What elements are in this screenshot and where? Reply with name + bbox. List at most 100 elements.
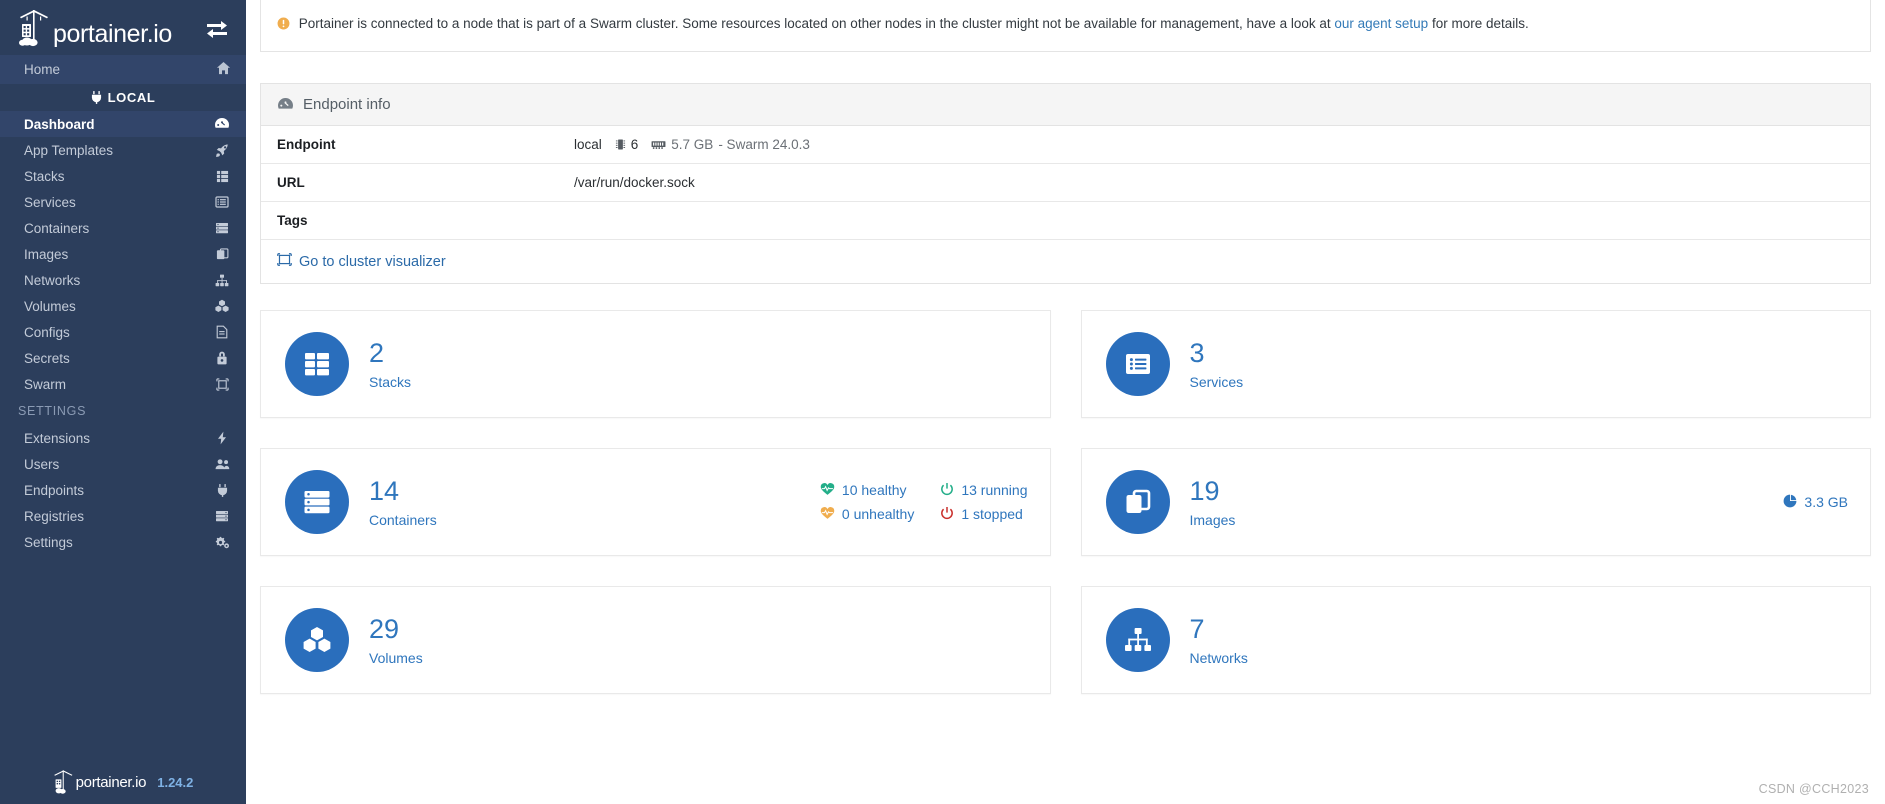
stat-cards-left-column: 2 Stacks 14 Containers 10 healthy 0 unhe… <box>260 310 1051 694</box>
sidebar-section-local: LOCAL <box>0 84 246 111</box>
sidebar-item-extensions[interactable]: Extensions <box>0 425 246 451</box>
gears-icon <box>212 536 232 549</box>
running-text: 13 running <box>961 482 1028 498</box>
brand-name: portainer.io <box>53 19 172 48</box>
containers-label: Containers <box>369 512 437 528</box>
swarm-version: - Swarm 24.0.3 <box>718 137 810 152</box>
stacks-icon <box>212 170 232 183</box>
sidebar-item-label: Users <box>24 456 60 472</box>
volumes-label: Volumes <box>369 650 423 666</box>
heart-icon <box>820 506 835 523</box>
panel-title: Endpoint info <box>303 96 391 113</box>
sidebar-item-app-templates[interactable]: App Templates <box>0 137 246 163</box>
containers-card[interactable]: 14 Containers 10 healthy 0 unhealthy 13 … <box>260 448 1051 556</box>
plug-icon <box>91 91 102 104</box>
stat-cards: 2 Stacks 14 Containers 10 healthy 0 unhe… <box>260 310 1871 694</box>
services-card[interactable]: 3 Services <box>1080 310 1871 418</box>
sidebar-item-registries[interactable]: Registries <box>0 503 246 529</box>
sidebar-item-services[interactable]: Services <box>0 189 246 215</box>
dashboard-icon <box>277 97 294 112</box>
images-size: 3.3 GB <box>1804 494 1848 510</box>
cluster-visualizer-row: Go to cluster visualizer <box>261 240 1870 283</box>
sidebar-item-label: Dashboard <box>24 116 95 132</box>
sidebar-item-dashboard[interactable]: Dashboard <box>0 111 246 137</box>
sidebar-item-endpoints[interactable]: Endpoints <box>0 477 246 503</box>
swarm-warning-banner: Portainer is connected to a node that is… <box>260 0 1871 52</box>
stacks-label: Stacks <box>369 374 412 390</box>
crane-logo-icon <box>53 769 75 795</box>
images-size-stat: 3.3 GB <box>1783 494 1848 511</box>
sidebar-item-containers[interactable]: Containers <box>0 215 246 241</box>
containers-icon <box>285 470 349 534</box>
endpoint-info-panel: Endpoint info Endpoint local 6 5.7 GB - … <box>260 83 1871 284</box>
images-card[interactable]: 19 Images 3.3 GB <box>1080 448 1871 556</box>
state-stats: 13 running 1 stopped <box>940 482 1028 523</box>
sidebar-item-label: Home <box>24 62 61 77</box>
sidebar-item-label: Secrets <box>24 350 70 366</box>
images-label: Images <box>1189 512 1236 528</box>
card-body: 7 Networks <box>1190 614 1248 666</box>
row-value: /var/run/docker.sock <box>574 175 695 190</box>
users-icon <box>212 458 232 470</box>
footer-brand: portainer.io <box>75 773 147 791</box>
cpu-icon <box>615 138 626 151</box>
networks-icon <box>1105 608 1170 672</box>
sidebar-item-users[interactable]: Users <box>0 451 246 477</box>
sidebar-brand: portainer.io <box>0 0 246 55</box>
banner-text-before: Portainer is connected to a node that is… <box>298 16 1335 31</box>
volumes-icon <box>285 608 349 672</box>
sidebar-item-volumes[interactable]: Volumes <box>0 293 246 319</box>
sidebar-item-secrets[interactable]: Secrets <box>0 345 246 371</box>
cpu-count: 6 <box>630 137 639 152</box>
sidebar-item-stacks[interactable]: Stacks <box>0 163 246 189</box>
services-count: 3 <box>1189 338 1205 368</box>
heart-icon <box>820 482 835 499</box>
sidebar-footer: portainer.io 1.24.2 <box>0 760 246 804</box>
health-stats: 10 healthy 0 unhealthy <box>820 482 914 523</box>
cluster-visualizer-icon <box>277 253 292 270</box>
stopped-stat: 1 stopped <box>940 506 1027 523</box>
containers-stats: 10 healthy 0 unhealthy 13 running 1 stop… <box>820 482 1028 523</box>
sidebar-item-label: Settings <box>24 534 73 550</box>
swarm-icon <box>212 377 232 391</box>
networks-card[interactable]: 7 Networks <box>1080 586 1871 694</box>
sidebar: portainer.io Home LOCAL Dashboard App Te… <box>0 0 246 804</box>
sidebar-item-home[interactable]: Home <box>0 55 246 84</box>
stopped-text: 1 stopped <box>961 506 1023 522</box>
pie-chart-icon <box>1783 494 1797 511</box>
healthy-text: 10 healthy <box>841 482 907 498</box>
sidebar-item-settings[interactable]: Settings <box>0 529 246 555</box>
power-icon <box>940 506 954 523</box>
sidebar-item-networks[interactable]: Networks <box>0 267 246 293</box>
unhealthy-text: 0 unhealthy <box>841 506 915 522</box>
stacks-card[interactable]: 2 Stacks <box>260 310 1051 418</box>
plug-icon <box>212 483 232 497</box>
tags-row: Tags <box>261 202 1870 240</box>
healthy-stat: 10 healthy <box>820 482 914 499</box>
sidebar-item-label: Volumes <box>24 298 76 314</box>
banner-text-after: for more details. <box>1428 16 1529 31</box>
volumes-card[interactable]: 29 Volumes <box>260 586 1051 694</box>
brand-logo: portainer.io <box>18 8 204 48</box>
networks-label: Networks <box>1189 650 1248 666</box>
sidebar-section-local-label: LOCAL <box>107 90 156 105</box>
sidebar-item-label: Swarm <box>24 376 67 392</box>
volumes-icon <box>212 299 232 313</box>
services-label: Services <box>1189 374 1244 390</box>
agent-setup-link[interactable]: our agent setup <box>1334 16 1428 31</box>
sidebar-item-swarm[interactable]: Swarm <box>0 371 246 397</box>
footer-version: 1.24.2 <box>157 774 194 790</box>
row-key: Endpoint <box>277 137 336 152</box>
sidebar-item-configs[interactable]: Configs <box>0 319 246 345</box>
card-body: 3 Services <box>1190 338 1244 390</box>
sidebar-item-label: Images <box>24 246 69 262</box>
bolt-icon <box>212 431 232 445</box>
rocket-icon <box>212 143 232 158</box>
url-row: URL /var/run/docker.sock <box>261 164 1870 202</box>
sidebar-item-images[interactable]: Images <box>0 241 246 267</box>
power-icon <box>940 482 954 499</box>
volumes-count: 29 <box>369 614 400 644</box>
sync-arrows-icon[interactable] <box>204 17 230 39</box>
cluster-visualizer-link[interactable]: Go to cluster visualizer <box>277 253 446 270</box>
sidebar-section-settings: SETTINGS <box>0 397 246 425</box>
